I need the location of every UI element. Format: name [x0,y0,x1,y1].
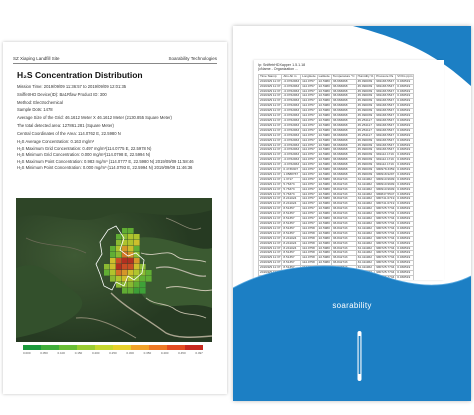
heatmap-cell [128,282,134,288]
legend-tick-label: 0.300 [126,351,134,355]
legend-tick-label: 0.200 [91,351,100,355]
heatmap-cell [116,276,122,282]
report-header: SZ Xiaping Landfill Site Soarability Tec… [13,56,217,64]
heatmap-cell [128,264,134,270]
heatmap-cell [134,246,140,252]
heatmap-cell [134,258,140,264]
legend-tick-label: 0.400 [160,351,169,355]
report-fields: Mission Time: 2019/09/09 11:36:57 to 201… [17,84,227,170]
heatmap-cell [134,282,140,288]
legend-swatch [77,345,95,350]
heatmap-cell [122,258,128,264]
legend-swatch [23,345,41,350]
heatmap-cell [128,270,134,276]
heatmap-cell [134,264,140,270]
heatmap-cell [116,270,122,276]
heatmap-cell [122,264,128,270]
legend-swatch [149,345,167,350]
brand-wordmark: soarability [332,301,372,310]
heatmap-cell [140,282,146,288]
heatmap-cell [134,234,140,240]
legend-swatch [131,345,149,350]
heatmap-cell [146,270,152,276]
report-field: Method: Electrochemical [17,99,63,105]
legend-swatch [59,345,77,350]
heatmap-cell [104,264,110,270]
report-field: Sample Dots: 1478 [17,107,53,113]
legend-tick-label: 0.000 [23,351,31,355]
legend-tick-label: 0.350 [143,351,152,355]
heatmap-cell [110,270,116,276]
heatmap-cell [128,228,134,234]
heatmap-cell [116,234,122,240]
datasheet-header-line: (cName - Organization ... [258,67,299,72]
sensor-data-table: Time Stamp Abs Alt m Longitude Latitude Temp… [257,73,415,280]
heatmap-cell [110,264,116,270]
heatmap-cell [116,252,122,258]
heatmap-cell [116,264,122,270]
report-title: H₂S Concentration Distribution [17,70,143,80]
table-body: 2019/9/9 11:37 -0.0762963 114.0757 22.5980 3… [257,78,415,280]
concentration-legend [23,345,203,350]
folder-pocket [233,266,471,401]
report-field: H₂S Minimum Point Concentration: 0.000 m… [17,164,193,170]
heatmap-cell [140,288,146,294]
report-site-name: SZ Xiaping Landfill Site [13,56,60,61]
heatmap-cell [128,258,134,264]
vial-icon [357,331,362,381]
heatmap-cell [140,276,146,282]
legend-ticks: 0.000 0.050 0.100 0.150 0.200 0.250 0.300 0.350… [23,351,203,355]
heatmap-cell [110,258,116,264]
heatmap-cell [128,240,134,246]
heatmap-cell [110,246,116,252]
legend-swatch [113,345,131,350]
heatmap-cell [140,270,146,276]
heatmap-cell [116,258,122,264]
heatmap-cell [104,270,110,276]
legend-swatch [167,345,185,350]
legend-tick-label: 0.250 [109,351,117,355]
report-field: SniffetrHD Device(ID): Ba1Rfaw Product I… [17,91,107,97]
report-field: Central Coordinates of the Area: 114.076… [17,130,121,136]
legend-tick-label: 0.100 [57,351,65,355]
legend-swatch [95,345,113,350]
satellite-map-svg [16,198,212,342]
heatmap-cell [110,252,116,258]
report-field: H₂S Average Concentration: 0.163 mg/m³ [17,138,94,144]
report-field: Mission Time: 2019/09/09 11:36:57 to 201… [17,84,127,89]
heatmap-satellite-image [16,198,212,342]
heatmap-cell [134,270,140,276]
heatmap-cell [128,246,134,252]
data-sheet: Ip: SniffetrHDXapper 1.5.1.18 (cName - Or… [254,60,444,280]
heatmap-cell [128,288,134,294]
legend-tick-label: 0.497 [195,351,203,355]
datasheet-header: Ip: SniffetrHDXapper 1.5.1.18 (cName - Or… [258,63,444,72]
legend-swatch [185,345,203,350]
heatmap-cell [110,276,116,282]
legend-tick-label: 0.450 [178,351,186,355]
heatmap-cell [134,240,140,246]
heatmap-cell [122,246,128,252]
legend-swatch [41,345,59,350]
report-field: The total detected area: 127861.281 (Squ… [17,122,114,128]
report-field: Average Size of the Grid: 46.1612 Meter … [17,115,172,121]
legend-tick-label: 0.150 [74,351,83,355]
heatmap-cell [134,288,140,294]
report-field: H₂S Minimum Grid Concentration: 0.000 mg… [17,151,151,157]
heatmap-cell [128,234,134,240]
heatmap-cell [146,276,152,282]
heatmap-cell [134,252,140,258]
heatmap-cell [122,270,128,276]
legend-tick-label: 0.050 [40,351,48,355]
heatmap-cell [122,288,128,294]
report-page: SZ Xiaping Landfill Site Soarability Tec… [3,42,227,394]
heatmap-cell [116,240,122,246]
report-company-name: Soarability Technologies [168,56,217,61]
heatmap-cell [122,228,128,234]
